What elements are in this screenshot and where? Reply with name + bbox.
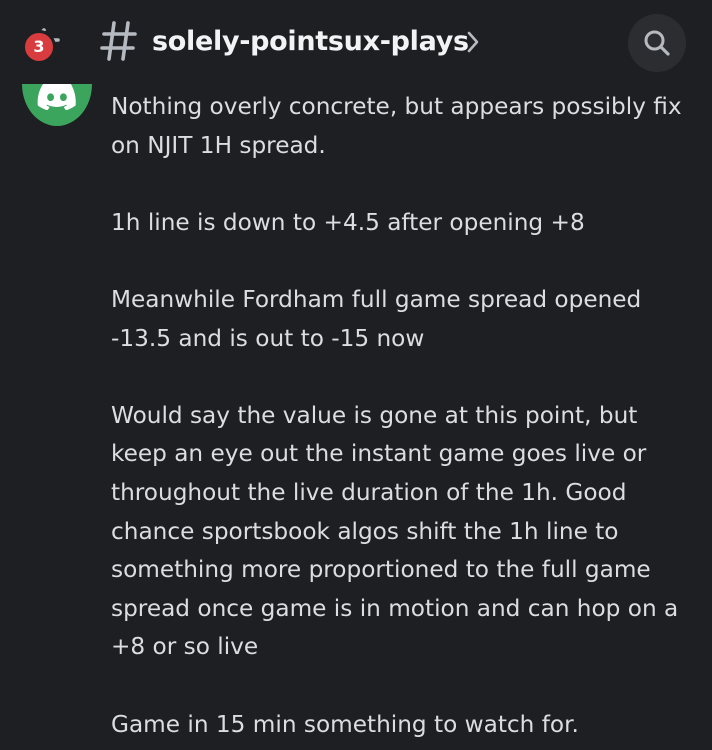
message-line: spread once game is in motion and can ho… xyxy=(111,594,679,622)
message-line: Meanwhile Fordham full game spread opene… xyxy=(111,285,642,313)
channel-header: 3 solely-pointsux-plays xyxy=(0,0,712,84)
message-line: +8 or so live xyxy=(111,633,259,661)
unread-badge: 3 xyxy=(22,30,56,64)
message-line: on NJIT 1H spread. xyxy=(111,131,326,159)
message-content: Nothing overly concrete, but appears pos… xyxy=(111,88,701,744)
message-line: Nothing overly concrete, but appears pos… xyxy=(111,93,682,120)
chat-screen: 3 solely-pointsux-plays Nothing overly c… xyxy=(0,0,712,750)
message-line: keep an eye out the instant game goes li… xyxy=(111,440,647,468)
message-line: -13.5 and is out to -15 now xyxy=(111,324,425,352)
chevron-right-icon[interactable] xyxy=(466,30,480,54)
message-line: throughout the live duration of the 1h. … xyxy=(111,478,627,506)
discord-logo-icon xyxy=(37,80,76,110)
channel-name[interactable]: solely-pointsux-plays xyxy=(152,22,469,62)
search-icon xyxy=(644,30,670,56)
hash-icon xyxy=(100,21,137,61)
message-line: Would say the value is gone at this poin… xyxy=(111,401,638,429)
message-line: chance sportsbook algos shift the 1h lin… xyxy=(111,517,619,545)
message-line: 1h line is down to +4.5 after opening +8 xyxy=(111,208,585,236)
message-line: something more proportioned to the full … xyxy=(111,556,651,584)
message-line: Game in 15 min something to watch for. xyxy=(111,710,579,738)
search-button[interactable] xyxy=(628,14,686,72)
